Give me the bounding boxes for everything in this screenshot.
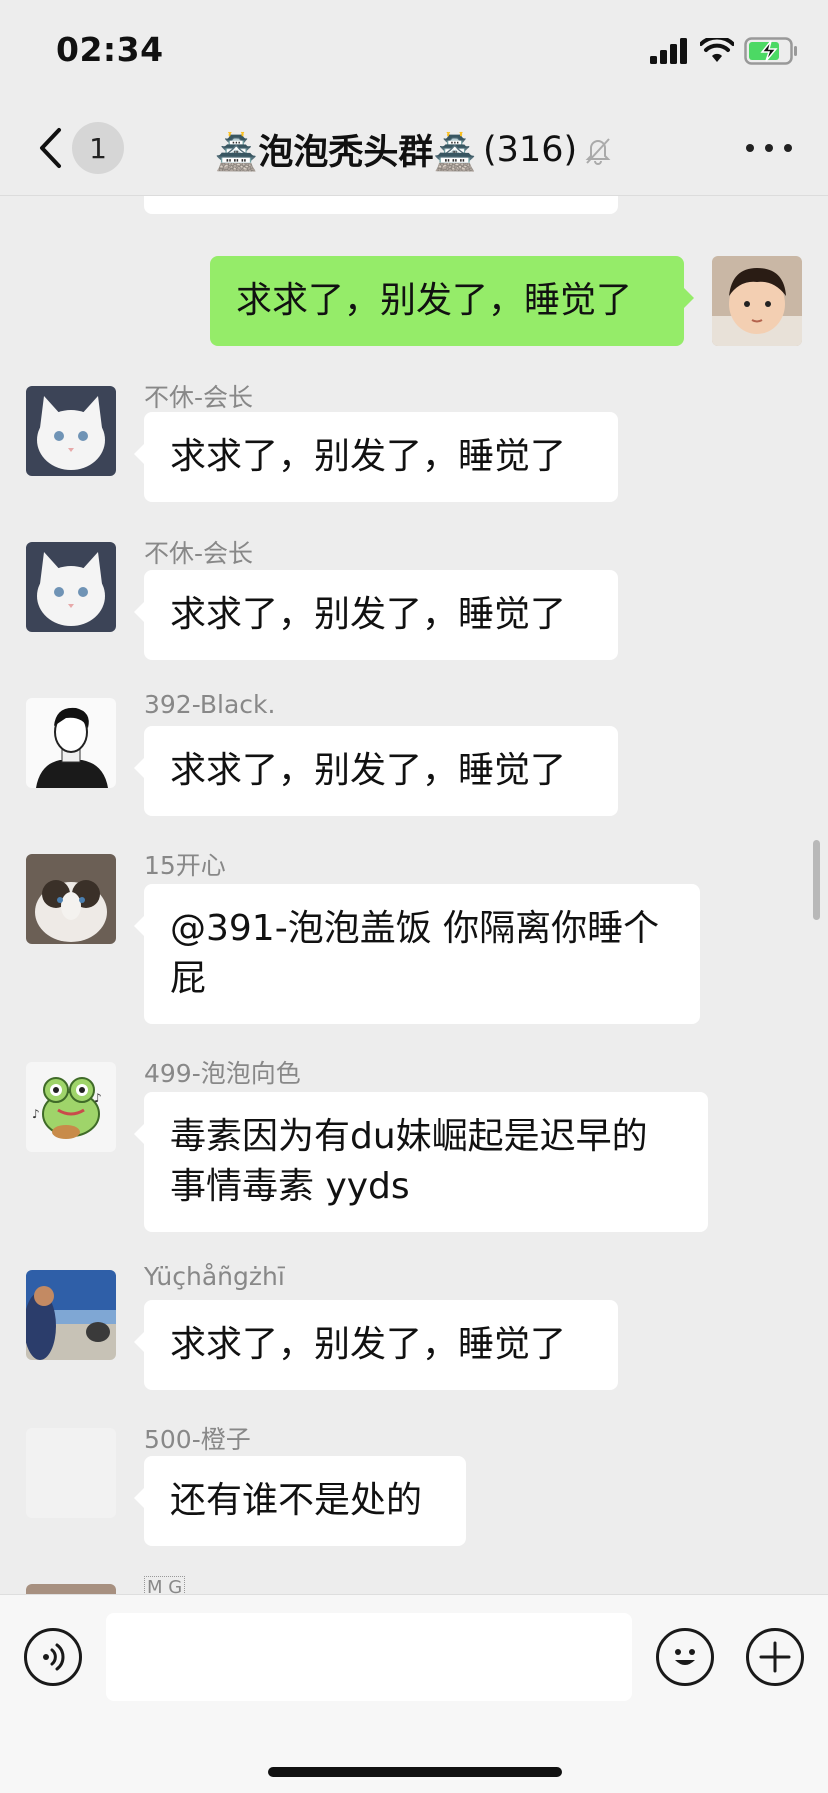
signal-icon [650,38,687,64]
message-line: @391-泡泡盖饭 你隔离你睡个 [170,908,660,949]
message-bubble[interactable]: 还有谁不是处的 [134,1456,466,1546]
more-button[interactable] [746,136,792,160]
sender-name: 392-Black. [144,690,276,719]
ellipsis-icon [746,144,754,152]
blank-avatar[interactable] [26,1428,116,1518]
white-cat-avatar[interactable] [26,386,116,476]
message-line: 事情毒素 yyds [170,1166,410,1207]
message-bubble[interactable]: 求求了，别发了，睡觉了 [134,726,618,816]
scrollbar[interactable] [813,840,820,920]
battery-charging-icon [744,37,797,65]
message-line: 屁 [170,958,207,999]
sender-name: 不休-会长 [144,383,254,412]
chat-screen: 02:34 1 🏯泡泡秃头群🏯 (316) 求求了，别发了，睡觉了 不休-会长 … [0,0,828,1793]
toddler-avatar[interactable] [712,256,802,346]
plus-icon [759,1641,791,1673]
ragdoll-cat-avatar[interactable] [26,854,116,944]
status-icons [650,34,798,68]
plus-button[interactable] [746,1628,804,1686]
svg-text:♪: ♪ [32,1107,40,1121]
nav-bar: 1 🏯泡泡秃头群🏯 (316) [0,100,828,196]
partial-avatar[interactable] [26,1584,116,1594]
message-bubble[interactable]: 求求了，别发了，睡觉了 [134,412,618,502]
sender-name: 不休-会长 [144,539,254,568]
nav-title-group[interactable]: 🏯泡泡秃头群🏯 (316) [0,124,828,175]
sketch-man-avatar[interactable] [26,698,116,788]
landscape-avatar[interactable] [26,1270,116,1360]
wifi-icon [700,38,734,62]
emoji-icon [675,1649,695,1665]
message-bubble-multiline[interactable]: 毒素因为有du妹崛起是迟早的 事情毒素 yyds [134,1092,708,1232]
group-title: 🏯泡泡秃头群🏯 [214,133,478,173]
message-bubble[interactable]: 求求了，别发了，睡觉了 [134,1300,618,1390]
home-indicator[interactable] [268,1767,562,1777]
message-bubble-multiline[interactable]: @391-泡泡盖饭 你隔离你睡个 屁 [134,884,700,1024]
message-bubble[interactable]: 求求了，别发了，睡觉了 [134,570,618,660]
message-line: 毒素因为有du妹崛起是迟早的 [170,1116,648,1157]
status-bar: 02:34 [0,0,828,100]
white-cat-avatar[interactable] [26,542,116,632]
message-input[interactable] [106,1613,632,1701]
chat-message-list[interactable]: 求求了，别发了，睡觉了 不休-会长 求求了，别发了，睡觉了 不休-会长 求求了，… [0,196,828,1594]
bell-off-icon [585,137,611,165]
member-count: (316) [483,129,578,170]
input-bar [0,1594,828,1793]
emoji-button[interactable] [656,1628,714,1686]
frog-avatar[interactable]: ♪ ♪ [26,1062,116,1152]
sender-name: 500-橙子 [144,1425,251,1454]
sender-name: 15开心 [144,851,226,880]
my-message-bubble[interactable]: 求求了，别发了，睡觉了 [210,256,694,346]
status-time: 02:34 [56,30,164,69]
voice-button[interactable] [24,1628,82,1686]
message-bubble-partial[interactable] [144,196,618,214]
voice-icon [43,1643,65,1671]
sender-name: 499-泡泡向色 [144,1059,301,1088]
svg-text:♪: ♪ [94,1091,102,1105]
sender-name: Yüçhåñgżhī [144,1262,285,1291]
sender-name: M G [144,1576,186,1594]
